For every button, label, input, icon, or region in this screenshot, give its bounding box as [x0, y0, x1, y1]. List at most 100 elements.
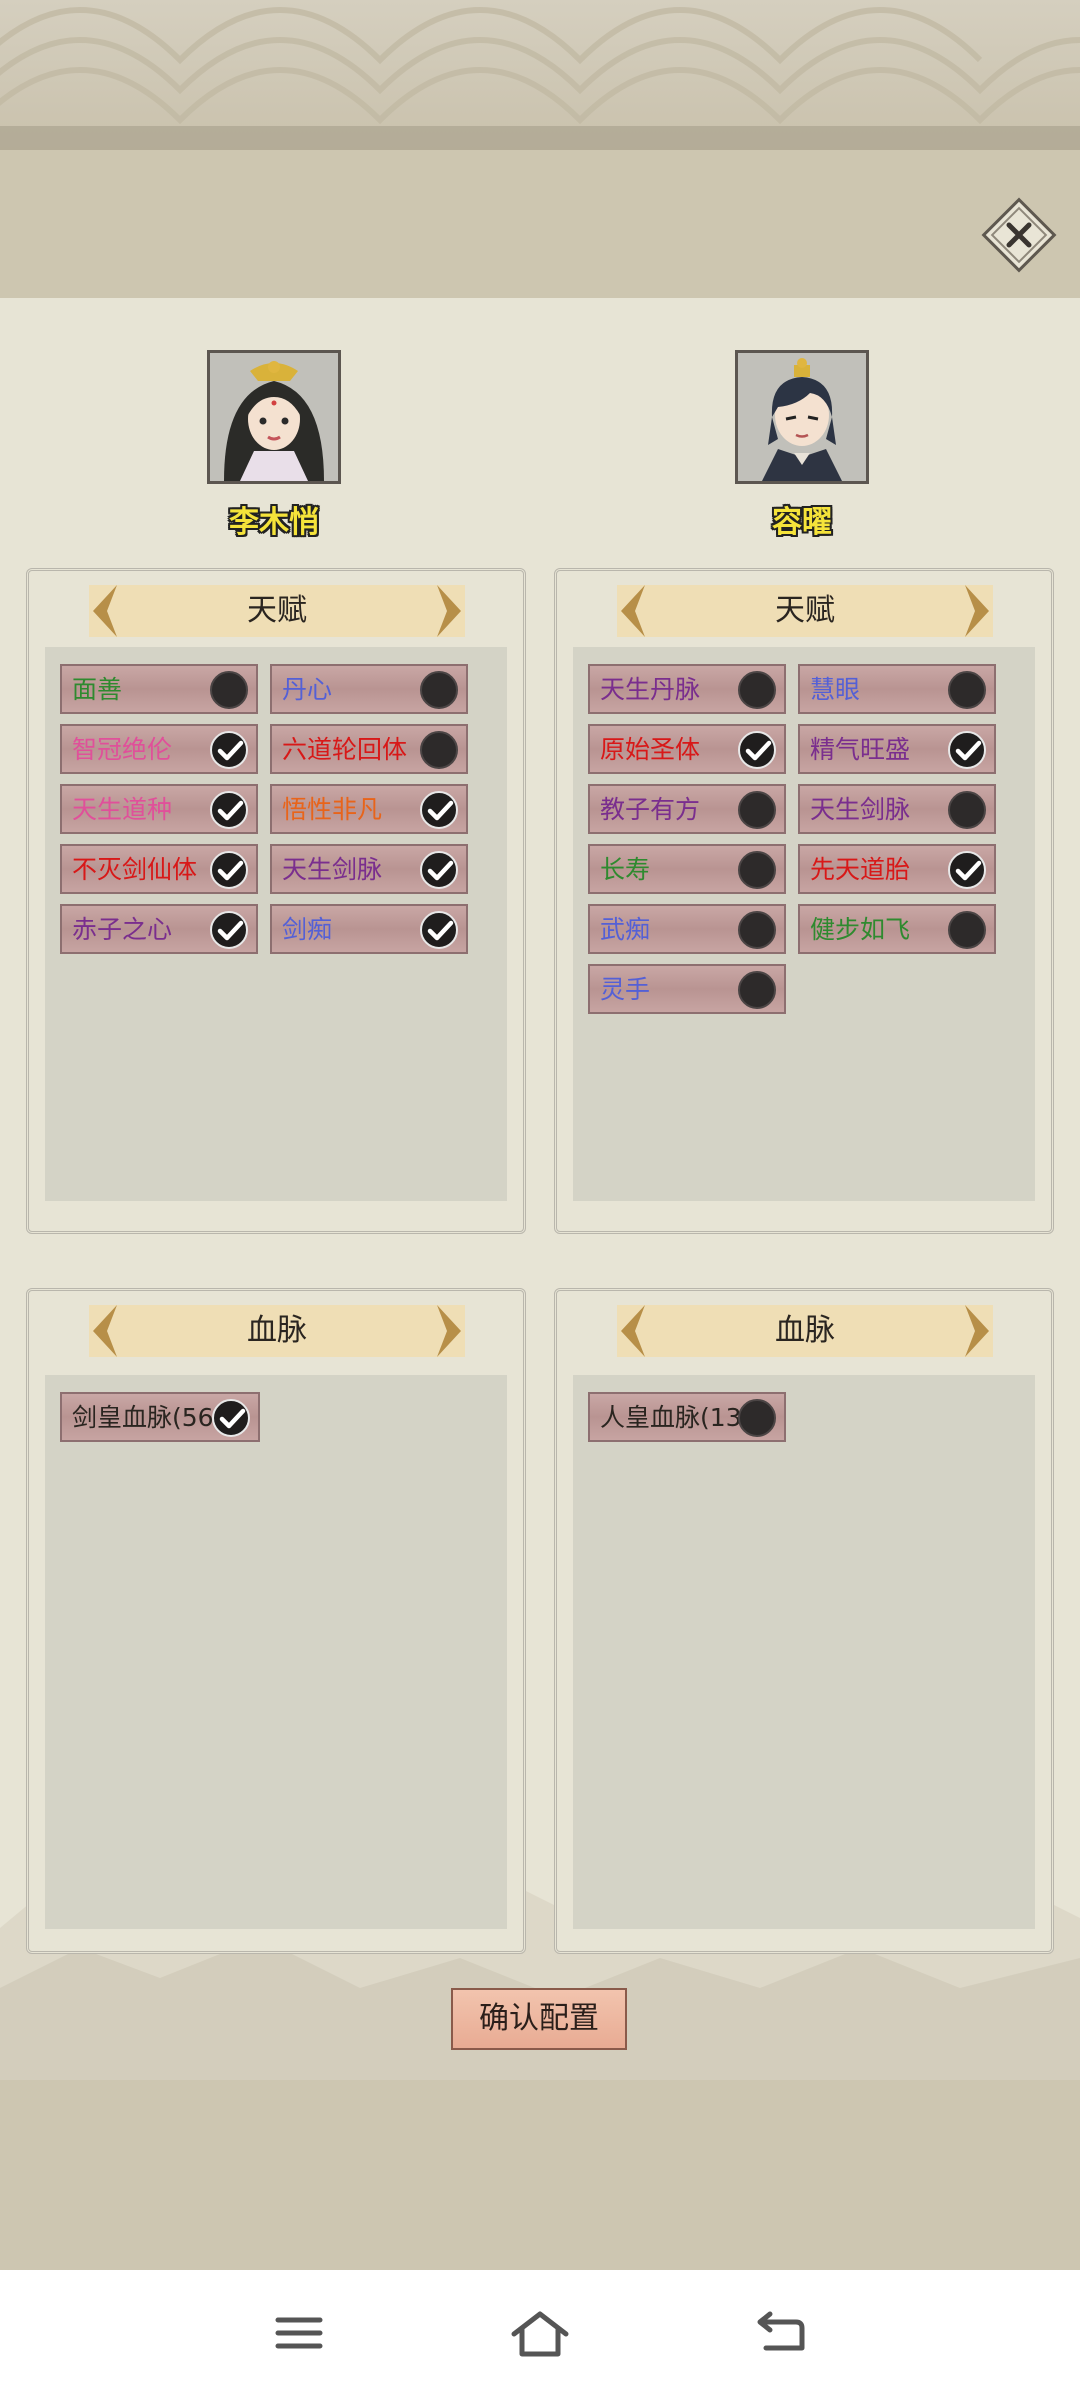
close-icon	[981, 197, 1057, 273]
chevron-right-icon[interactable]	[437, 585, 465, 637]
header-band	[0, 150, 1080, 298]
checkmark-icon	[427, 920, 454, 941]
talent-chip[interactable]: 天生剑脉	[798, 784, 996, 834]
talent-chip[interactable]: 丹心	[270, 664, 468, 714]
talent-label: 天生丹脉	[600, 675, 701, 704]
unchecked-toggle[interactable]	[738, 791, 776, 829]
character-name: 李木悄	[229, 505, 319, 540]
talent-chip[interactable]: 悟性非凡	[270, 784, 468, 834]
bloodline-banner: 血脉	[89, 1305, 465, 1357]
unchecked-toggle[interactable]	[948, 791, 986, 829]
bloodline-list-left	[45, 1375, 507, 1929]
chevron-right-icon[interactable]	[437, 1305, 465, 1357]
close-button[interactable]	[980, 196, 1058, 274]
checked-toggle[interactable]	[212, 1399, 250, 1437]
bloodline-panel-right: 血脉	[554, 1288, 1054, 1954]
bloodline-chip[interactable]: 人皇血脉(13)	[588, 1392, 786, 1442]
checkmark-icon	[427, 800, 454, 821]
talent-label: 长寿	[600, 855, 651, 884]
talent-label: 人皇血脉(13)	[600, 1403, 752, 1432]
avatar[interactable]	[735, 350, 869, 484]
unchecked-toggle[interactable]	[420, 671, 458, 709]
talent-label: 教子有方	[600, 795, 701, 824]
talent-chip[interactable]: 剑痴	[270, 904, 468, 954]
talent-chip[interactable]: 慧眼	[798, 664, 996, 714]
talent-label: 悟性非凡	[282, 795, 383, 824]
back-icon[interactable]	[756, 2308, 806, 2358]
talent-label: 慧眼	[810, 675, 861, 704]
cloud-pattern-decor	[0, 7, 1080, 150]
checked-toggle[interactable]	[420, 911, 458, 949]
talent-label: 天生剑脉	[810, 795, 911, 824]
checked-toggle[interactable]	[738, 731, 776, 769]
talent-chip[interactable]: 健步如飞	[798, 904, 996, 954]
checked-toggle[interactable]	[948, 731, 986, 769]
checkmark-icon	[217, 740, 244, 761]
checked-toggle[interactable]	[210, 791, 248, 829]
menu-icon[interactable]	[274, 2308, 324, 2358]
bloodline-banner: 血脉	[617, 1305, 993, 1357]
unchecked-toggle[interactable]	[738, 911, 776, 949]
talent-chip[interactable]: 不灭剑仙体	[60, 844, 258, 894]
unchecked-toggle[interactable]	[420, 731, 458, 769]
checkmark-icon	[217, 920, 244, 941]
config-panel: 李木悄 容曜 天赋 天赋 血脉 血脉 面善 丹心 智冠绝伦 六道轮回体 天生道种…	[0, 298, 1080, 2080]
unchecked-toggle[interactable]	[948, 671, 986, 709]
female-cultivator-portrait	[210, 353, 338, 481]
talent-label: 健步如飞	[810, 915, 911, 944]
checkmark-icon	[955, 860, 982, 881]
bloodline-chip[interactable]: 剑皇血脉(56	[60, 1392, 260, 1442]
unchecked-toggle[interactable]	[738, 971, 776, 1009]
unchecked-toggle[interactable]	[738, 851, 776, 889]
checked-toggle[interactable]	[948, 851, 986, 889]
talent-chip[interactable]: 长寿	[588, 844, 786, 894]
unchecked-toggle[interactable]	[210, 671, 248, 709]
bloodline-banner-label: 血脉	[775, 1313, 835, 1348]
talent-label: 不灭剑仙体	[72, 855, 198, 884]
checked-toggle[interactable]	[210, 731, 248, 769]
checked-toggle[interactable]	[210, 911, 248, 949]
checked-toggle[interactable]	[420, 791, 458, 829]
talent-banner: 天赋	[617, 585, 993, 637]
talent-chip[interactable]: 面善	[60, 664, 258, 714]
talent-label: 面善	[72, 675, 123, 704]
checked-toggle[interactable]	[420, 851, 458, 889]
talent-chip[interactable]: 教子有方	[588, 784, 786, 834]
system-nav-bar	[0, 2270, 1080, 2400]
talent-label: 丹心	[282, 675, 333, 704]
bloodline-banner-label: 血脉	[247, 1313, 307, 1348]
talent-chip[interactable]: 六道轮回体	[270, 724, 468, 774]
checkmark-icon	[217, 860, 244, 881]
talent-label: 原始圣体	[600, 735, 701, 764]
checkmark-icon	[955, 740, 982, 761]
unchecked-toggle[interactable]	[738, 1399, 776, 1437]
talent-chip[interactable]: 精气旺盛	[798, 724, 996, 774]
checkmark-icon	[219, 1408, 246, 1429]
confirm-config-button[interactable]: 确认配置	[451, 1988, 627, 2050]
talent-chip[interactable]: 原始圣体	[588, 724, 786, 774]
talent-chip[interactable]: 天生丹脉	[588, 664, 786, 714]
talent-banner-label: 天赋	[247, 593, 307, 628]
talent-label: 精气旺盛	[810, 735, 911, 764]
talent-chip[interactable]: 武痴	[588, 904, 786, 954]
checkmark-icon	[745, 740, 772, 761]
talent-label: 六道轮回体	[282, 735, 408, 764]
talent-chip[interactable]: 天生剑脉	[270, 844, 468, 894]
unchecked-toggle[interactable]	[738, 671, 776, 709]
talent-chip[interactable]: 先天道胎	[798, 844, 996, 894]
checked-toggle[interactable]	[210, 851, 248, 889]
chevron-right-icon[interactable]	[965, 585, 993, 637]
talent-chip[interactable]: 灵手	[588, 964, 786, 1014]
talent-chip[interactable]: 天生道种	[60, 784, 258, 834]
chevron-right-icon[interactable]	[965, 1305, 993, 1357]
talent-chip[interactable]: 赤子之心	[60, 904, 258, 954]
home-icon[interactable]	[510, 2308, 570, 2358]
talent-label: 智冠绝伦	[72, 735, 173, 764]
bottom-band	[0, 2080, 1080, 2270]
unchecked-toggle[interactable]	[948, 911, 986, 949]
talent-chip[interactable]: 智冠绝伦	[60, 724, 258, 774]
avatar[interactable]	[207, 350, 341, 484]
checkmark-icon	[217, 800, 244, 821]
checkmark-icon	[427, 860, 454, 881]
talent-label: 天生道种	[72, 795, 173, 824]
